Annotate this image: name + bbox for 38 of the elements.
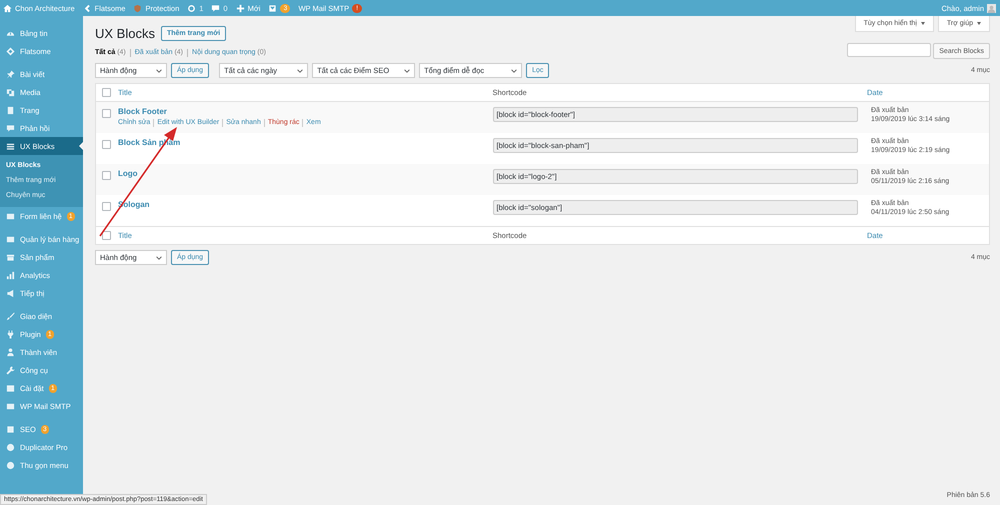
plus-icon (236, 4, 245, 12)
square-icon (6, 424, 15, 434)
plug-icon (6, 330, 15, 338)
chevron-down-icon (156, 68, 162, 72)
shield-icon (133, 4, 142, 12)
block-title-link[interactable]: Block Footer (118, 107, 492, 116)
checkbox[interactable] (102, 88, 111, 97)
checkbox[interactable] (102, 140, 111, 149)
page-icon (6, 106, 15, 114)
caret-icon (920, 22, 925, 25)
avatar-icon (987, 4, 996, 12)
pin-icon (6, 70, 15, 78)
megaphone-icon (6, 288, 15, 298)
checkbox[interactable] (102, 171, 111, 180)
page-title: UX Blocks (95, 26, 155, 41)
bubble-icon (6, 124, 15, 132)
list-icon (6, 142, 15, 150)
chevron-down-icon (404, 68, 410, 72)
chevron-down-icon (156, 256, 162, 260)
bar-chart-icon (6, 270, 15, 280)
diamond-icon (6, 46, 15, 56)
media-icon (6, 88, 15, 96)
chevron-down-icon (511, 68, 518, 72)
chevron-icon (82, 4, 92, 12)
caret-icon (977, 22, 981, 25)
refresh-icon (187, 4, 196, 12)
search-field[interactable] (847, 43, 932, 57)
box-icon (6, 252, 15, 262)
checkbox[interactable] (102, 202, 111, 211)
home-icon (3, 4, 12, 12)
person-icon (6, 348, 15, 356)
comment-icon (211, 4, 220, 12)
checkbox[interactable] (102, 231, 111, 240)
wrench-icon (6, 366, 15, 374)
brush-icon (6, 312, 15, 320)
block-title-link[interactable]: Logo (118, 169, 492, 178)
checkbox[interactable] (102, 109, 111, 118)
chevron-down-icon (297, 68, 304, 72)
